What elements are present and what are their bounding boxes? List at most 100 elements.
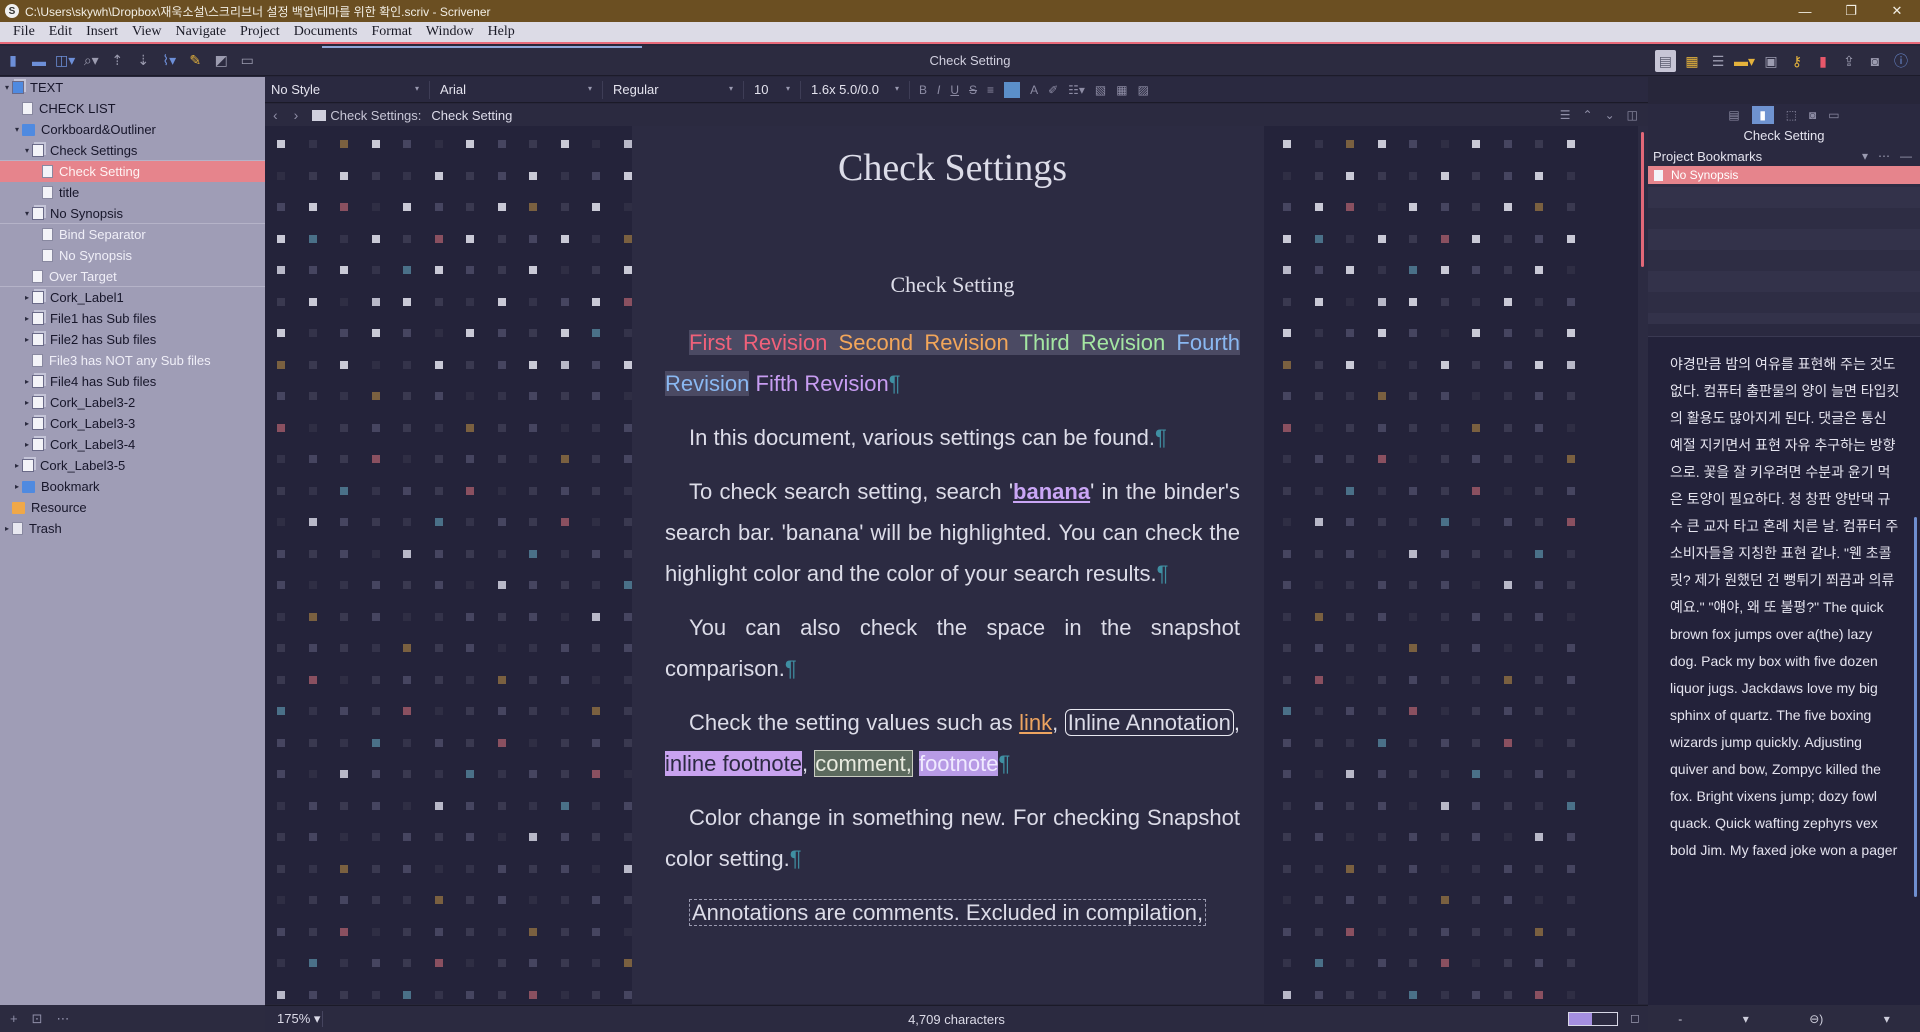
bookmarks-list[interactable]: No Synopsis — [1648, 166, 1920, 324]
inspector-notes[interactable]: 야경만큼 밤의 여유를 표현해 주는 것도 없다. 컴퓨터 출판물의 양이 늘면… — [1648, 336, 1920, 1008]
menu-help[interactable]: Help — [481, 24, 522, 40]
chevron-right-icon[interactable]: ▸ — [12, 482, 22, 491]
chevron-right-icon[interactable]: ▸ — [12, 461, 22, 470]
list-icon[interactable]: ☷▾ — [1068, 83, 1085, 97]
banana-link[interactable]: banana — [1013, 479, 1090, 504]
notes-icon[interactable]: ✎ — [185, 50, 205, 72]
binder-item[interactable]: Over Target — [0, 266, 265, 287]
italic-button[interactable]: I — [937, 83, 940, 97]
menu-navigate[interactable]: Navigate — [169, 24, 234, 40]
add-icon[interactable]: + — [10, 1011, 18, 1026]
editor-page[interactable]: Check Settings Check Setting First Revis… — [632, 126, 1264, 1004]
bold-button[interactable]: B — [919, 83, 927, 97]
chevron-down-icon[interactable]: ▾ — [2, 83, 12, 92]
binder-item[interactable]: ▸ File4 has Sub files — [0, 371, 265, 392]
binder-item[interactable]: ▸ Cork_Label3-4 — [0, 434, 265, 455]
scrivenings-view-icon[interactable]: ▤ — [1654, 50, 1676, 72]
chevron-down-icon[interactable]: ⌄ — [1605, 108, 1615, 122]
binder-item[interactable]: ▾ TEXT — [0, 77, 265, 98]
inline-annotation[interactable]: Inline Annotation — [1064, 709, 1234, 736]
chevron-right-icon[interactable]: ▸ — [22, 398, 32, 407]
notes-tab-icon[interactable]: ▤ — [1728, 108, 1739, 122]
font-weight-select[interactable]: Regular ▾ — [607, 80, 739, 100]
footnote-marker[interactable]: footnote — [918, 751, 999, 776]
editor-scrollbar[interactable] — [1638, 126, 1648, 1004]
binder-item[interactable]: File3 has NOT any Sub files — [0, 350, 265, 371]
comment-marker[interactable]: comment, — [814, 750, 913, 777]
attachment-icon[interactable]: ⌇▾ — [159, 50, 179, 72]
metadata-tab-icon[interactable]: ⬚ — [1786, 108, 1797, 122]
binder-item[interactable]: Resource — [0, 497, 265, 518]
font-select[interactable]: Arial ▾ — [434, 80, 598, 100]
menu-edit[interactable]: Edit — [42, 24, 79, 40]
chevron-down-icon[interactable]: ▾ — [22, 209, 32, 218]
search-icon[interactable]: ⌕▾ — [81, 50, 101, 72]
chevron-up-icon[interactable]: ⌃ — [1583, 108, 1593, 122]
comments-tab-icon[interactable]: ▭ — [1828, 108, 1839, 122]
binder-item[interactable]: ▸ Trash — [0, 518, 265, 539]
label-icon[interactable]: ▬▾ — [1734, 50, 1755, 72]
paragraph-intro[interactable]: In this document, various settings can b… — [665, 417, 1240, 458]
sample-link[interactable]: link — [1019, 710, 1052, 735]
binder-item[interactable]: Bind Separator — [0, 224, 265, 245]
menu-format[interactable]: Format — [364, 24, 418, 40]
style-select[interactable]: No Style ▾ — [265, 80, 425, 100]
snapshots-tab-icon[interactable]: ◙ — [1809, 108, 1816, 122]
underline-button[interactable]: U — [950, 83, 959, 97]
binder-item[interactable]: ▸ Cork_Label3-5 — [0, 455, 265, 476]
info-icon[interactable]: ⓘ — [1891, 50, 1911, 72]
link-icon[interactable]: ⊖) — [1809, 1012, 1823, 1026]
bookmarks-controls[interactable]: ▾ ⋯ — — [1862, 149, 1912, 163]
more-icon[interactable]: ⋯ — [57, 1011, 70, 1027]
chevron-right-icon[interactable]: ▸ — [22, 440, 32, 449]
paragraph-annotations[interactable]: Annotations are comments. Excluded in co… — [665, 892, 1240, 933]
chevron-right-icon[interactable]: ▸ — [22, 314, 32, 323]
editor-scrollbar-thumb[interactable] — [1641, 132, 1644, 267]
split-icon[interactable]: ◫ — [1627, 108, 1638, 122]
notes-text[interactable]: 야경만큼 밤의 여유를 표현해 주는 것도 없다. 컴퓨터 출판물의 양이 늘면… — [1670, 351, 1900, 864]
chevron-down-icon[interactable]: ▾ — [22, 146, 32, 155]
inline-footnote[interactable]: inline footnote — [665, 751, 802, 776]
binder-item[interactable]: ▸ Cork_Label3-3 — [0, 413, 265, 434]
comment-icon[interactable]: ▨ — [1138, 83, 1149, 97]
target-progress-bar[interactable] — [1568, 1012, 1618, 1026]
paragraph-search[interactable]: To check search setting, search 'banana'… — [665, 471, 1240, 594]
chevron-right-icon[interactable]: ▸ — [22, 419, 32, 428]
annotation-text[interactable]: Annotations are comments. Excluded in co… — [689, 899, 1207, 926]
text-color-swatch[interactable] — [1004, 81, 1021, 98]
quick-reference-icon[interactable]: ◩ — [211, 50, 231, 72]
close-button[interactable]: ✕ — [1874, 0, 1920, 22]
image-icon[interactable]: ▧ — [1095, 83, 1106, 97]
split-view-icon[interactable]: ▭ — [237, 50, 257, 72]
align-icon[interactable]: ≡ — [987, 83, 994, 97]
strikethrough-button[interactable]: S — [969, 83, 977, 97]
chevron-down-icon[interactable]: ▾ — [12, 125, 22, 134]
bookmark-item[interactable]: No Synopsis — [1648, 166, 1920, 184]
minimize-button[interactable]: — — [1782, 0, 1828, 22]
maximize-button[interactable]: ❐ — [1828, 0, 1874, 22]
revision-paragraph[interactable]: First Revision Second Revision Third Rev… — [665, 322, 1240, 404]
highlight-icon[interactable]: ✐ — [1048, 83, 1058, 97]
binder-item[interactable]: Check Setting — [0, 161, 265, 182]
corkboard-view-icon[interactable]: ▦ — [1682, 50, 1702, 72]
binder-item[interactable]: CHECK LIST — [0, 98, 265, 119]
back-arrow-icon[interactable]: ‹ — [273, 107, 278, 123]
notes-scrollbar[interactable] — [1914, 517, 1917, 897]
binder-item[interactable]: ▸ File1 has Sub files — [0, 308, 265, 329]
more-chevron-icon[interactable]: ▾ — [1884, 1012, 1890, 1026]
binder-item[interactable]: ▸ Cork_Label1 — [0, 287, 265, 308]
compile-icon[interactable]: ▣ — [1761, 50, 1781, 72]
binder-item[interactable]: ▸ Cork_Label3-2 — [0, 392, 265, 413]
binder-toggle-icon[interactable]: ▮ — [3, 50, 23, 72]
menu-file[interactable]: File — [6, 24, 42, 40]
bookmark-icon[interactable]: ▮ — [1813, 50, 1833, 72]
binder-item[interactable]: No Synopsis — [0, 245, 265, 266]
snapshot-icon[interactable]: ◙ — [1865, 50, 1885, 72]
menu-insert[interactable]: Insert — [79, 24, 125, 40]
binder-item[interactable]: ▾ Corkboard&Outliner — [0, 119, 265, 140]
table-icon[interactable]: ▦ — [1116, 83, 1127, 97]
binder-item[interactable]: ▾ Check Settings — [0, 140, 265, 161]
text-color-icon[interactable]: A — [1030, 83, 1038, 97]
line-spacing-select[interactable]: 1.6x 5.0/0.0 ▾ — [805, 80, 905, 100]
chevron-right-icon[interactable]: ▸ — [22, 377, 32, 386]
